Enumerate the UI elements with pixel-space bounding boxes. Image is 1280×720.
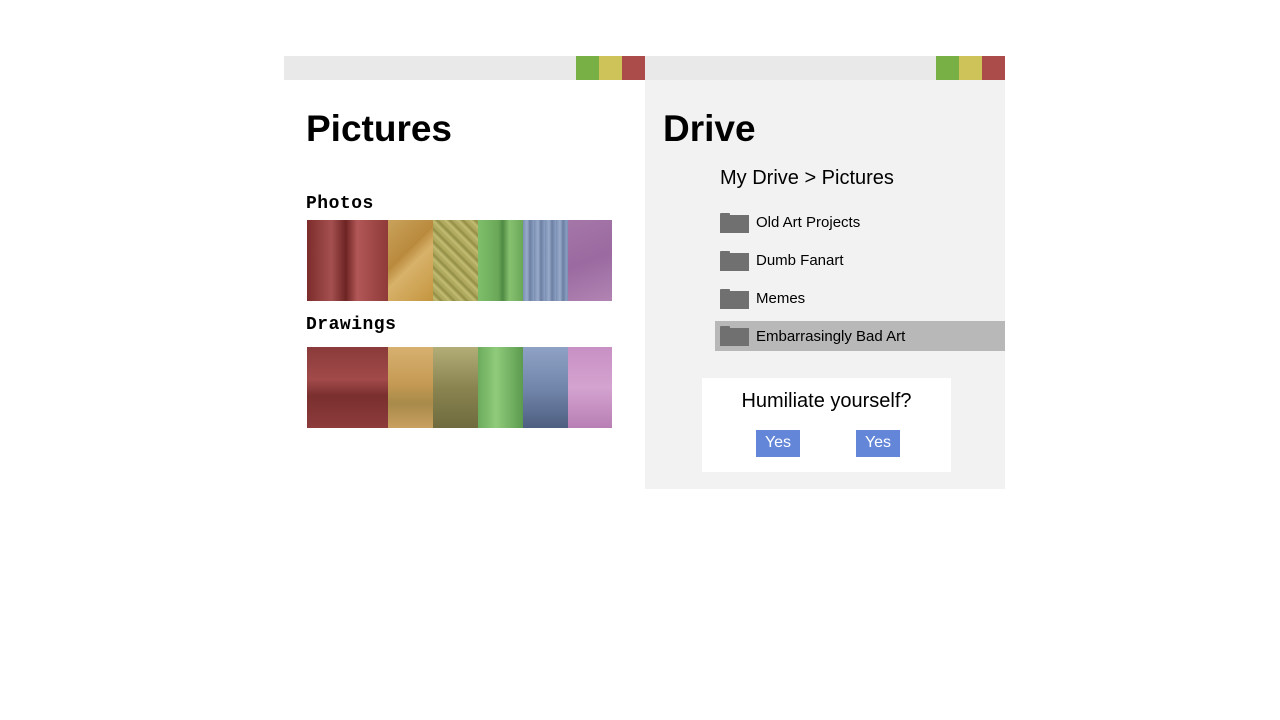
dialog-message: Humiliate yourself?: [741, 390, 912, 412]
drawings-strip: [307, 347, 612, 428]
breadcrumb: My Drive > Pictures: [720, 167, 894, 189]
yes-button-right[interactable]: Yes: [856, 430, 900, 457]
drawings-heading: Drawings: [306, 315, 397, 335]
folder-label: Memes: [756, 290, 806, 307]
confirm-dialog: Humiliate yourself? Yes Yes: [702, 378, 951, 472]
pictures-window-controls: [576, 56, 645, 80]
drive-window: Drive My Drive > Pictures Old Art Projec…: [645, 56, 1005, 489]
folder-label: Dumb Fanart: [756, 252, 844, 269]
pictures-titlebar[interactable]: [284, 56, 645, 80]
folder-item-embarrasingly-bad-art[interactable]: Embarrasingly Bad Art: [715, 321, 1005, 351]
pictures-title: Pictures: [306, 108, 453, 149]
photo-thumbnail-purple[interactable]: [568, 220, 612, 301]
pictures-window: Pictures Photos Drawings: [284, 56, 645, 489]
photos-heading: Photos: [306, 194, 374, 214]
drive-titlebar[interactable]: [645, 56, 1005, 80]
photo-thumbnail-orange[interactable]: [388, 220, 433, 301]
maximize-button[interactable]: [576, 56, 599, 80]
folder-icon: [720, 326, 749, 346]
folder-label: Embarrasingly Bad Art: [756, 328, 906, 345]
close-button[interactable]: [982, 56, 1005, 80]
folder-item-memes[interactable]: Memes: [715, 280, 1005, 318]
photo-thumbnail-blue[interactable]: [523, 220, 568, 301]
drawing-thumbnail-olive[interactable]: [433, 347, 478, 428]
drawing-thumbnail-red[interactable]: [307, 347, 388, 428]
close-button[interactable]: [622, 56, 645, 80]
drawing-thumbnail-green[interactable]: [478, 347, 523, 428]
folder-icon: [720, 213, 749, 233]
maximize-button[interactable]: [936, 56, 959, 80]
drawing-thumbnail-orange[interactable]: [388, 347, 433, 428]
folder-icon: [720, 289, 749, 309]
yes-button-left[interactable]: Yes: [756, 430, 800, 457]
photo-thumbnail-yellow[interactable]: [433, 220, 478, 301]
photo-thumbnail-green[interactable]: [478, 220, 523, 301]
drive-title: Drive: [663, 108, 756, 149]
folder-icon: [720, 251, 749, 271]
folder-item-dumb-fanart[interactable]: Dumb Fanart: [715, 242, 1005, 280]
folder-label: Old Art Projects: [756, 214, 861, 231]
drawing-thumbnail-blue[interactable]: [523, 347, 568, 428]
photo-thumbnail-red[interactable]: [307, 220, 388, 301]
photos-strip: [307, 220, 612, 301]
drawing-thumbnail-pink[interactable]: [568, 347, 612, 428]
minimize-button[interactable]: [599, 56, 622, 80]
folder-list: Old Art Projects Dumb Fanart Memes Embar…: [715, 204, 1005, 351]
drive-window-controls: [936, 56, 1005, 80]
folder-item-old-art-projects[interactable]: Old Art Projects: [715, 204, 1005, 242]
minimize-button[interactable]: [959, 56, 982, 80]
